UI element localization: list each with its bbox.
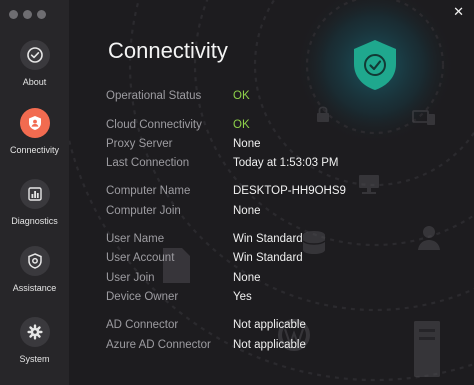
row-label: Computer Name [106, 185, 191, 197]
row-label: User Name [106, 233, 165, 245]
row-value: OK [233, 119, 250, 131]
row-value: None [233, 138, 261, 150]
row-value: Win Standard [233, 233, 303, 245]
database-icon [302, 231, 326, 254]
row-value: Win Standard [233, 252, 303, 264]
bar-chart-icon [19, 179, 50, 209]
window-controls [9, 10, 46, 19]
window-dot[interactable] [23, 10, 32, 19]
sidebar-item-assistance[interactable]: Assistance [0, 246, 69, 293]
row-label: Operational Status [106, 90, 202, 102]
row-label: Computer Join [106, 205, 181, 217]
row-value: Today at 1:53:03 PM [233, 157, 339, 169]
main-panel: ✕ Connectivity Operational Status OK Clo… [69, 0, 474, 385]
sidebar-item-label: Diagnostics [11, 216, 58, 226]
app-window: About Connectivity Diagnostics Assistanc… [0, 0, 474, 385]
sidebar-item-diagnostics[interactable]: Diagnostics [0, 179, 69, 226]
row-label: AD Connector [106, 319, 179, 331]
row-value: None [233, 205, 261, 217]
server-icon [414, 321, 440, 377]
shield-gear-icon [19, 246, 50, 276]
row-label: Device Owner [106, 291, 179, 303]
sidebar-item-label: Connectivity [9, 145, 60, 155]
row-value: None [233, 272, 261, 284]
sidebar-item-connectivity[interactable]: Connectivity [0, 108, 69, 155]
sidebar-item-label: Assistance [12, 283, 57, 293]
sidebar-item-label: System [19, 354, 50, 364]
row-label: Azure AD Connector [106, 339, 211, 351]
row-value: Not applicable [233, 339, 306, 351]
row-value: Yes [233, 291, 252, 303]
gear-icon [19, 317, 50, 347]
close-icon[interactable]: ✕ [453, 5, 464, 18]
row-label: User Join [106, 272, 155, 284]
window-dot[interactable] [9, 10, 18, 19]
row-value: Not applicable [233, 319, 306, 331]
monitor-icon [359, 175, 379, 194]
row-label: Cloud Connectivity [106, 119, 202, 131]
row-value: DESKTOP-HH9OHS9 [233, 185, 346, 197]
user-shield-icon [19, 108, 50, 138]
row-label: Last Connection [106, 157, 190, 169]
sidebar: About Connectivity Diagnostics Assistanc… [0, 0, 69, 385]
row-label: Proxy Server [106, 138, 173, 150]
page-title: Connectivity [108, 38, 228, 63]
row-label: User Account [106, 252, 175, 264]
check-circle-icon [19, 40, 50, 70]
window-dot[interactable] [37, 10, 46, 19]
row-value: OK [233, 90, 250, 102]
sidebar-item-system[interactable]: System [0, 317, 69, 364]
sidebar-item-label: About [22, 77, 47, 87]
sidebar-item-about[interactable]: About [0, 40, 69, 87]
